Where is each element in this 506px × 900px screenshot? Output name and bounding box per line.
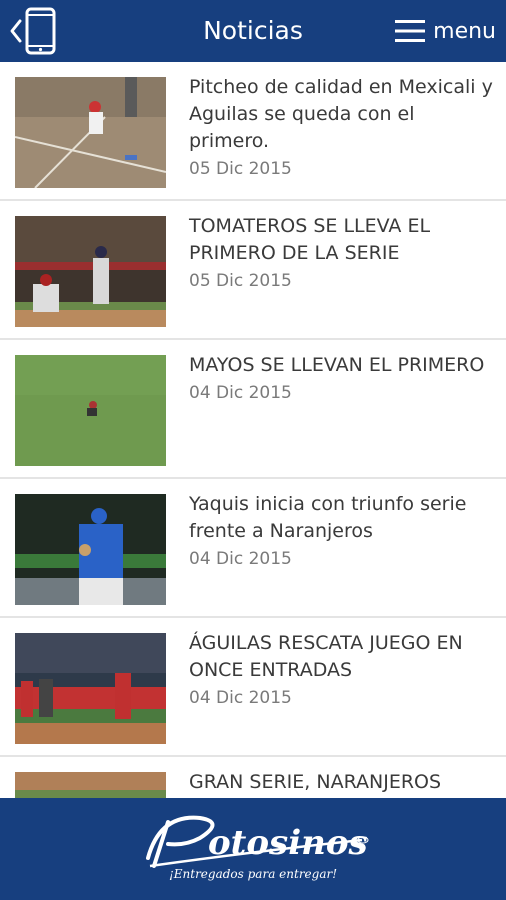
news-headline: Yaquis inicia con triunfo serie frente a…: [189, 493, 467, 542]
news-date: 04 Dic 2015: [189, 549, 292, 569]
news-date: 04 Dic 2015: [189, 688, 292, 708]
footer-brand-bar: otosinos ¡Entregados para entregar!: [0, 798, 506, 900]
hamburger-icon: [395, 20, 426, 42]
news-headline: ÁGUILAS RESCATA JUEGO EN ONCE ENTRADAS: [189, 632, 463, 681]
news-thumbnail: [15, 633, 166, 744]
news-item[interactable]: MAYOS SE LLEVAN EL PRIMERO 04 Dic 2015: [0, 340, 506, 479]
menu-label: menu: [433, 18, 496, 44]
news-headline: MAYOS SE LLEVAN EL PRIMERO: [189, 354, 485, 376]
news-thumbnail: [15, 494, 166, 605]
news-date: 04 Dic 2015: [189, 383, 292, 403]
menu-button[interactable]: menu: [395, 12, 496, 50]
potosinos-logo: otosinos: [146, 815, 369, 868]
news-item[interactable]: ÁGUILAS RESCATA JUEGO EN ONCE ENTRADAS 0…: [0, 618, 506, 757]
footer-tagline: ¡Entregados para entregar!: [168, 867, 338, 881]
news-item[interactable]: TOMATEROS SE LLEVA EL PRIMERO DE LA SERI…: [0, 201, 506, 340]
news-date: 05 Dic 2015: [189, 159, 292, 179]
news-thumbnail: [15, 355, 166, 466]
top-app-bar: Noticias menu: [0, 0, 506, 62]
news-thumbnail: [15, 77, 166, 188]
news-headline: Pitcheo de calidad en Mexicali y Aguilas…: [189, 76, 493, 152]
news-headline: TOMATEROS SE LLEVA EL PRIMERO DE LA SERI…: [189, 215, 431, 264]
news-item[interactable]: Yaquis inicia con triunfo serie frente a…: [0, 479, 506, 618]
news-list: Pitcheo de calidad en Mexicali y Aguilas…: [0, 62, 506, 896]
news-headline: GRAN SERIE, NARANJEROS: [189, 771, 442, 793]
news-date: 05 Dic 2015: [189, 271, 292, 291]
news-item[interactable]: Pitcheo de calidad en Mexicali y Aguilas…: [0, 62, 506, 201]
news-thumbnail: [15, 216, 166, 327]
